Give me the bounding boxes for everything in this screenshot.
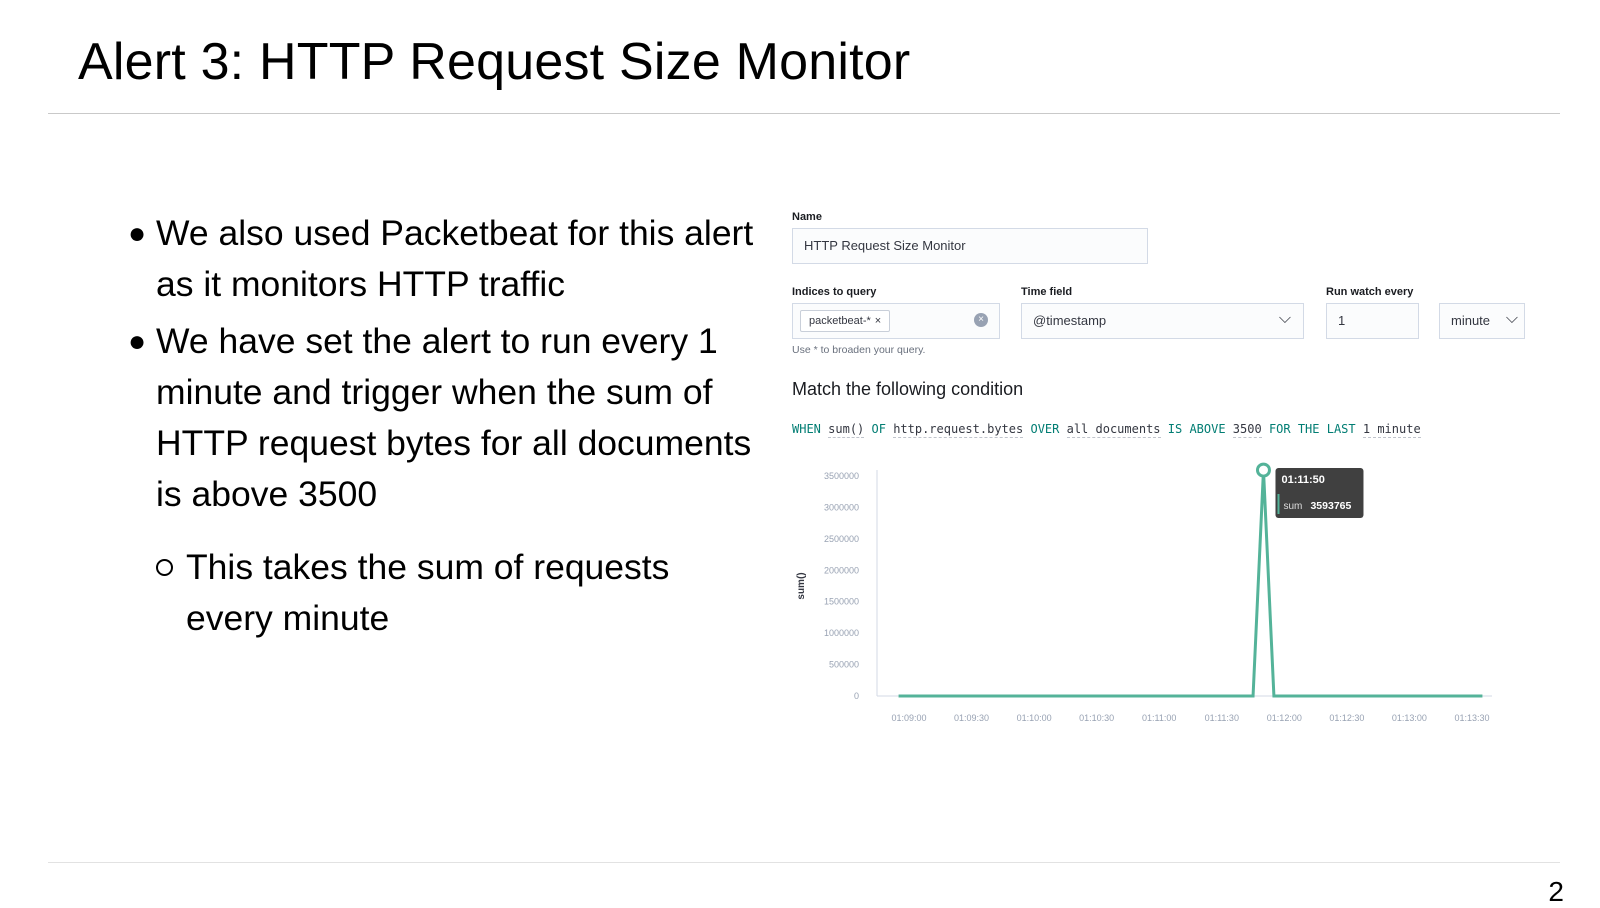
x-tick-label: 01:13:30 [1454, 713, 1489, 723]
x-tick-label: 01:12:30 [1329, 713, 1364, 723]
condition-heading: Match the following condition [792, 379, 1024, 399]
chevron-down-icon: ⌵ [1278, 310, 1291, 327]
is-above-keyword[interactable]: IS ABOVE [1168, 422, 1226, 436]
clear-icon[interactable]: × [974, 313, 988, 327]
y-tick-label: 3000000 [824, 502, 859, 512]
condition-expression: WHEN sum() OF http.request.bytes OVER al… [792, 422, 1421, 438]
name-field-value: HTTP Request Size Monitor [804, 238, 966, 253]
threshold-value[interactable]: 3500 [1232, 422, 1262, 438]
x-tick-label: 01:13:00 [1392, 713, 1427, 723]
run-every-value: 1 [1338, 313, 1346, 328]
tooltip-value: 3593765 [1310, 500, 1351, 512]
bullet-item: ● We also used Packetbeat for this alert… [122, 208, 762, 310]
agg-value[interactable]: sum() [828, 422, 865, 438]
for-the-last-keyword[interactable]: FOR THE LAST [1269, 422, 1356, 436]
sub-bullet-item: This takes the sum of requests every min… [122, 542, 762, 644]
run-every-label: Run watch every [1326, 286, 1414, 298]
tooltip-series-name: sum [1283, 501, 1302, 512]
bullet-text: We have set the alert to run every 1 min… [156, 321, 752, 514]
when-keyword[interactable]: WHEN [792, 422, 821, 436]
indices-combobox[interactable]: packetbeat-* × × [792, 303, 1000, 339]
name-label: Name [792, 211, 822, 223]
page-number: 2 [1548, 876, 1564, 907]
time-field-select[interactable]: @timestamp ⌵ [1021, 303, 1304, 339]
title-divider [48, 113, 1560, 114]
x-tick-label: 01:11:30 [1205, 713, 1239, 723]
data-point-peak [1255, 462, 1271, 478]
tooltip-time: 01:11:50 [1281, 474, 1324, 486]
name-field[interactable]: HTTP Request Size Monitor [792, 228, 1148, 264]
run-every-unit-value: minute [1451, 313, 1491, 328]
bullet-text: We also used Packetbeat for this alert a… [156, 213, 754, 304]
footer-divider [48, 862, 1560, 863]
x-tick-label: 01:09:00 [891, 713, 926, 723]
y-tick-label: 0 [854, 691, 859, 701]
indices-help-text: Use * to broaden your query. [792, 344, 926, 356]
chevron-down-icon: ⌵ [1505, 310, 1518, 327]
bullet-marker-icon: ● [128, 217, 147, 250]
x-tick-label: 01:09:30 [954, 713, 989, 723]
indices-label: Indices to query [792, 286, 877, 298]
y-tick-label: 2000000 [824, 565, 859, 575]
x-tick-label: 01:11:00 [1142, 713, 1176, 723]
sub-bullet-text: This takes the sum of requests every min… [186, 547, 670, 638]
x-tick-label: 01:10:30 [1079, 713, 1114, 723]
of-keyword[interactable]: OF [872, 422, 886, 436]
y-axis-title: sum() [796, 572, 807, 599]
time-field-value: @timestamp [1033, 313, 1107, 328]
index-chip: packetbeat-* × [800, 310, 891, 332]
time-field-label: Time field [1021, 286, 1073, 298]
bullet-item: ● We have set the alert to run every 1 m… [122, 316, 762, 520]
over-keyword[interactable]: OVER [1030, 422, 1059, 436]
slide-title: Alert 3: HTTP Request Size Monitor [78, 33, 911, 91]
index-chip-label: packetbeat-* [809, 315, 871, 327]
y-tick-label: 1000000 [824, 628, 859, 638]
watch-config-screenshot: Name HTTP Request Size Monitor Indices t… [792, 206, 1532, 746]
bullet-marker-icon: ● [128, 325, 147, 358]
field-value[interactable]: http.request.bytes [893, 422, 1024, 438]
sum-line-chart: 3500000 3000000 2500000 2000000 1500000 10000… [796, 462, 1492, 723]
chip-remove-icon[interactable]: × [875, 315, 881, 327]
x-tick-label: 01:10:00 [1017, 713, 1052, 723]
series-line [898, 470, 1483, 698]
scope-value[interactable]: all documents [1066, 422, 1161, 438]
run-every-input[interactable]: 1 [1326, 303, 1419, 339]
tooltip-series-swatch [1277, 494, 1280, 514]
bullet-list: ● We also used Packetbeat for this alert… [122, 208, 762, 644]
y-tick-label: 3500000 [824, 471, 859, 481]
hollow-circle-icon [156, 559, 173, 576]
y-tick-label: 500000 [829, 660, 859, 670]
x-tick-label: 01:12:00 [1267, 713, 1302, 723]
run-every-unit-select[interactable]: minute ⌵ [1439, 303, 1525, 339]
y-tick-label: 2500000 [824, 534, 859, 544]
window-value[interactable]: 1 minute [1362, 422, 1421, 438]
y-tick-label: 1500000 [824, 597, 859, 607]
